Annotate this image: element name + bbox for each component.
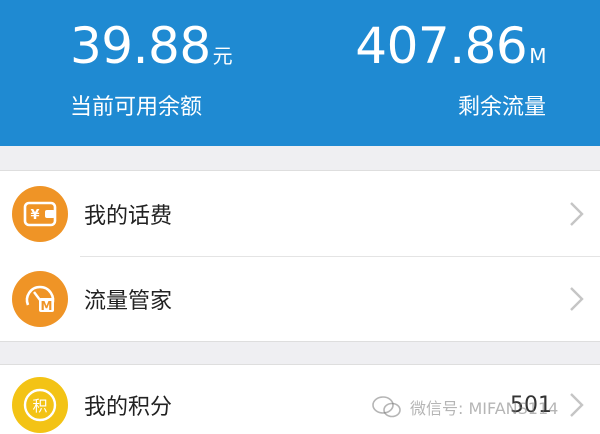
menu-item-phone-bill[interactable]: ¥ 我的话费 — [0, 171, 600, 256]
wallet-yen-icon: ¥ — [12, 185, 68, 242]
balance-unit: 元 — [212, 44, 233, 68]
chevron-right-icon — [570, 201, 584, 226]
wechat-logo-icon — [372, 396, 401, 418]
balance-label: 当前可用余额 — [70, 95, 203, 120]
svg-text:积: 积 — [32, 397, 47, 415]
chevron-right-icon — [570, 393, 584, 417]
chevron-right-icon — [570, 286, 584, 311]
data-remaining-stat[interactable]: 407.86 M 剩余流量 — [355, 18, 546, 122]
data-value: 407.86 — [355, 17, 528, 75]
svg-text:M: M — [41, 299, 53, 313]
account-summary-header: 39.88 元 当前可用余额 407.86 M 剩余流量 — [0, 0, 600, 146]
menu-section: ¥ 我的话费 M 流量管家 — [0, 170, 600, 342]
screen: 39.88 元 当前可用余额 407.86 M 剩余流量 ¥ 我的话费 M 流量… — [0, 0, 600, 434]
balance-value: 39.88 — [70, 17, 211, 75]
points-label: 我的积分 — [84, 395, 173, 420]
data-label: 剩余流量 — [457, 95, 546, 120]
menu-item-label: 流量管家 — [84, 288, 173, 314]
watermark-text: 微信号: MIFANS114 — [410, 399, 559, 418]
menu-item-label: 我的话费 — [84, 203, 173, 229]
points-coin-icon: 积 — [12, 377, 68, 433]
speedometer-m-icon: M — [12, 270, 68, 327]
svg-text:¥: ¥ — [30, 208, 39, 223]
balance-stat[interactable]: 39.88 元 当前可用余额 — [70, 17, 233, 122]
data-amount: 407.86 M — [355, 18, 546, 84]
menu-item-data-manager[interactable]: M 流量管家 — [0, 256, 600, 341]
balance-amount: 39.88 元 — [70, 17, 233, 84]
wechat-watermark: 微信号: MIFANS114 — [372, 392, 558, 422]
data-unit: M — [529, 44, 546, 68]
